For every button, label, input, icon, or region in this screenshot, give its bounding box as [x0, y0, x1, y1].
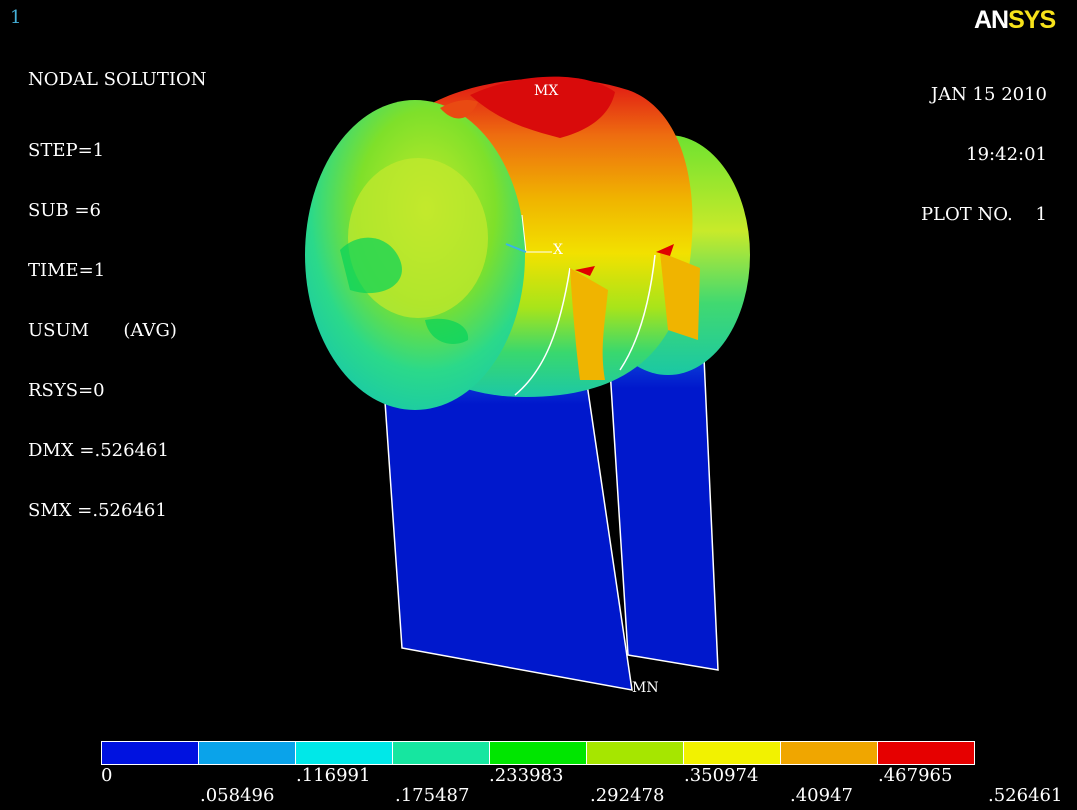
legend-label: .116991	[296, 765, 371, 786]
legend-swatch	[296, 742, 392, 764]
legend-label: .058496	[200, 785, 275, 806]
legend-label: .350974	[684, 765, 759, 786]
legend-swatch	[781, 742, 877, 764]
legend-swatch	[878, 742, 974, 764]
legend-swatch	[490, 742, 586, 764]
legend-swatch	[199, 742, 295, 764]
legend-label: .40947	[790, 785, 853, 806]
legend-label: .526461	[988, 785, 1063, 806]
legend-swatch	[393, 742, 489, 764]
legend-label: .233983	[489, 765, 564, 786]
legend-label: .292478	[590, 785, 665, 806]
graphics-window[interactable]: 1 NODAL SOLUTION STEP=1 SUB =6 TIME=1 US…	[0, 0, 1077, 810]
legend-swatch	[684, 742, 780, 764]
max-marker: MX	[534, 83, 558, 99]
legend-label: .175487	[395, 785, 470, 806]
legend-swatch	[102, 742, 198, 764]
min-marker: MN	[632, 680, 659, 696]
axis-x-label: X	[553, 242, 563, 258]
legend-label: .467965	[878, 765, 953, 786]
deformed-model-contour: X MX MN	[305, 76, 750, 696]
legend-label: 0	[101, 765, 113, 786]
legend-swatch	[587, 742, 683, 764]
contour-legend-bar	[101, 741, 975, 765]
